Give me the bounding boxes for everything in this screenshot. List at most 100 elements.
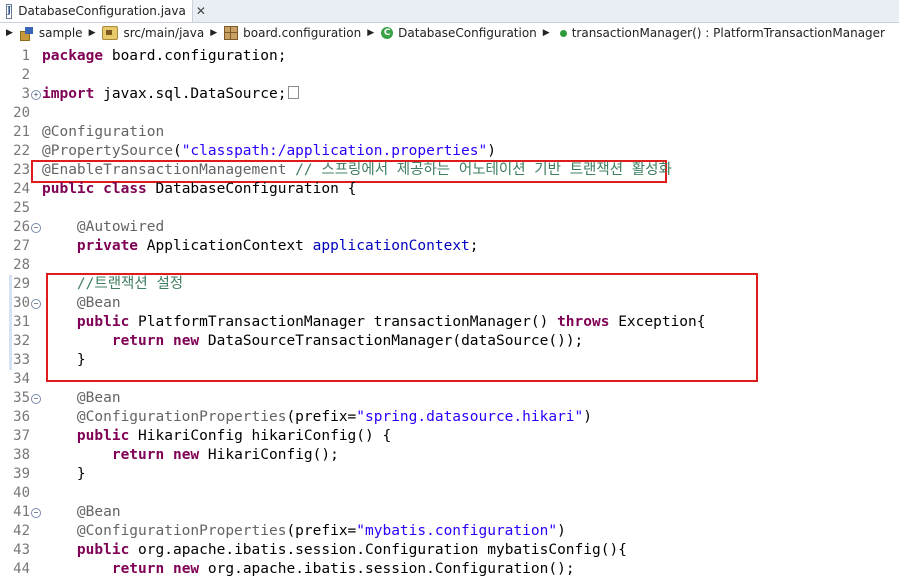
code-line[interactable]: 37 public HikariConfig hikariConfig() { (0, 427, 899, 446)
line-number: 35 (13, 390, 30, 406)
breadcrumb-item-package[interactable]: ▶ board.configuration (204, 26, 361, 40)
code-text: public PlatformTransactionManager transa… (76, 314, 706, 330)
code-line[interactable]: 29 //트랜잭션 설정 (0, 275, 899, 294)
code-line[interactable]: 2 (0, 66, 899, 85)
code-line[interactable]: 36 @ConfigurationProperties(prefix="spri… (0, 408, 899, 427)
line-number: 33 (13, 352, 30, 368)
code-line[interactable]: 31 public PlatformTransactionManager tra… (0, 313, 899, 332)
package-icon (224, 26, 239, 40)
collapse-fold-icon[interactable]: − (31, 299, 41, 309)
line-number: 24 (13, 181, 30, 197)
breadcrumb-item-source-folder[interactable]: ▶ src/main/java (83, 26, 205, 40)
code-line[interactable]: 28 (0, 256, 899, 275)
code-text: @ConfigurationProperties(prefix="mybatis… (76, 523, 566, 539)
code-line[interactable]: 35− @Bean (0, 389, 899, 408)
code-text: @Configuration (42, 124, 165, 140)
code-line[interactable]: 27 private ApplicationContext applicatio… (0, 237, 899, 256)
code-text: import javax.sql.DataSource; (42, 85, 300, 104)
code-text: @Bean (76, 295, 121, 311)
code-line[interactable]: 1 package board.configuration; (0, 47, 899, 66)
line-number: 26 (13, 219, 30, 235)
line-number: 38 (13, 447, 30, 463)
code-text: } (42, 466, 86, 482)
breadcrumb-label: src/main/java (123, 26, 205, 40)
java-project-icon (19, 26, 34, 41)
code-text: private ApplicationContext applicationCo… (76, 238, 479, 254)
line-number: 22 (13, 143, 30, 159)
line-number: 30 (13, 295, 30, 311)
code-line[interactable]: 24 public class DatabaseConfiguration { (0, 180, 899, 199)
breadcrumb-item-project[interactable]: ▶ sample (0, 26, 83, 41)
code-line[interactable]: 30− @Bean (0, 294, 899, 313)
chevron-right-icon: ▶ (367, 28, 375, 38)
collapse-fold-icon[interactable]: − (31, 394, 41, 404)
public-method-icon (559, 29, 567, 37)
code-line[interactable]: 41− @Bean (0, 503, 899, 522)
source-folder-icon (102, 26, 119, 40)
code-line[interactable]: 25 (0, 199, 899, 218)
breadcrumb-label: DatabaseConfiguration (398, 26, 537, 40)
collapse-fold-icon[interactable]: − (31, 508, 41, 518)
line-number: 39 (13, 466, 30, 482)
code-line[interactable]: 22 @PropertySource("classpath:/applicatio… (0, 142, 899, 161)
code-text: //트랜잭션 설정 (76, 276, 184, 292)
code-line[interactable]: 23 @EnableTransactionManagement // 스프링에서 … (0, 161, 899, 180)
code-text: @ConfigurationProperties(prefix="spring.… (76, 409, 592, 425)
code-editor[interactable]: 1 package board.configuration; 2 3 + import j… (0, 44, 899, 577)
code-line[interactable]: 44 return new org.apache.ibatis.session.… (0, 560, 899, 579)
line-number: 23 (13, 162, 30, 178)
code-text: @Bean (76, 504, 121, 520)
code-line[interactable]: 32 return new DataSourceTransactionManag… (0, 332, 899, 351)
breadcrumb-label: sample (38, 26, 83, 40)
line-number: 29 (13, 276, 30, 292)
code-text: } (42, 352, 86, 368)
breadcrumb-item-method[interactable]: ▶ transactionManager() : PlatformTransac… (537, 26, 885, 40)
code-text: public org.apache.ibatis.session.Configu… (76, 542, 627, 558)
expand-fold-icon[interactable]: + (31, 90, 41, 100)
line-number: 27 (13, 238, 30, 254)
line-number: 34 (13, 371, 30, 387)
line-number: 37 (13, 428, 30, 444)
line-number: 42 (13, 523, 30, 539)
chevron-right-icon: ▶ (542, 28, 550, 38)
code-line[interactable]: 33 } (0, 351, 899, 370)
breadcrumb-label: board.configuration (243, 26, 362, 40)
code-text: @Autowired (76, 219, 165, 235)
code-line[interactable]: 42 @ConfigurationProperties(prefix="myba… (0, 522, 899, 541)
code-text: @PropertySource("classpath:/application.… (42, 143, 496, 159)
code-line[interactable]: 21 @Configuration (0, 123, 899, 142)
code-line[interactable]: 3 + import javax.sql.DataSource; (0, 85, 899, 104)
class-icon: C (381, 27, 394, 39)
code-line[interactable]: 26− @Autowired (0, 218, 899, 237)
code-text: @Bean (76, 390, 121, 406)
code-line[interactable]: 20 (0, 104, 899, 123)
breadcrumb-label: transactionManager() : PlatformTransacti… (571, 26, 885, 40)
line-number: 36 (13, 409, 30, 425)
editor-tab-bar: J DatabaseConfiguration.java ✕ (0, 0, 899, 23)
line-number: 21 (13, 124, 30, 140)
breadcrumb: ▶ sample ▶ src/main/java ▶ board.configu… (0, 23, 899, 43)
code-text: package board.configuration; (42, 48, 287, 64)
breadcrumb-item-class[interactable]: ▶ C DatabaseConfiguration (361, 26, 537, 40)
line-number: 32 (13, 333, 30, 349)
line-number: 3 (21, 86, 30, 102)
line-number: 2 (21, 67, 30, 83)
code-text: public class DatabaseConfiguration { (42, 181, 357, 197)
collapse-fold-icon[interactable]: − (31, 223, 41, 233)
chevron-right-icon: ▶ (6, 28, 13, 38)
code-line[interactable]: 43 public org.apache.ibatis.session.Conf… (0, 541, 899, 560)
line-number: 20 (13, 105, 30, 121)
chevron-right-icon: ▶ (88, 28, 96, 38)
close-icon[interactable]: ✕ (196, 4, 206, 18)
tab-title: DatabaseConfiguration.java (18, 4, 186, 18)
editor-tab[interactable]: J DatabaseConfiguration.java ✕ (0, 0, 206, 22)
code-line[interactable]: 34 (0, 370, 899, 389)
code-text: @EnableTransactionManagement // 스프링에서 제공… (42, 162, 672, 178)
code-line[interactable]: 40 (0, 484, 899, 503)
code-line[interactable]: 39 } (0, 465, 899, 484)
line-number: 41 (13, 504, 30, 520)
line-number: 28 (13, 257, 30, 273)
code-line[interactable]: 38 return new HikariConfig(); (0, 446, 899, 465)
line-number: 1 (21, 48, 30, 64)
folded-imports-icon[interactable] (288, 85, 300, 99)
